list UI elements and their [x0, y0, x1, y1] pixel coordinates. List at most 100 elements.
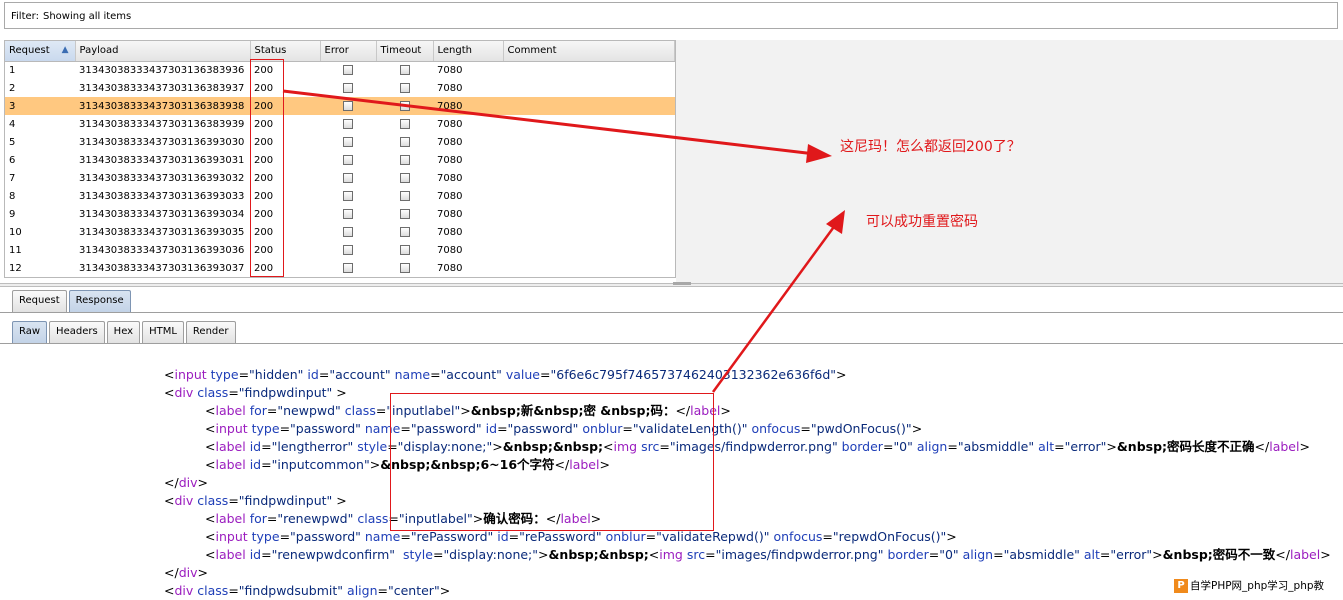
table-row[interactable]: 12 31343038333437303136393037 200 7080 [5, 259, 675, 277]
cell-length: 7080 [437, 136, 463, 148]
cell-length: 7080 [437, 226, 463, 238]
error-checkbox[interactable] [343, 118, 353, 129]
cell-length: 7080 [437, 154, 463, 166]
cell-length: 7080 [437, 118, 463, 130]
error-checkbox[interactable] [343, 172, 353, 183]
error-checkbox[interactable] [343, 100, 353, 111]
table-row[interactable]: 3 31343038333437303136383938 200 7080 [5, 97, 675, 115]
timeout-checkbox[interactable] [399, 208, 410, 219]
cell-payload: 31343038333437303136393031 [79, 154, 245, 166]
tab-headers[interactable]: Headers [49, 321, 105, 343]
php-logo-icon: P [1174, 579, 1188, 593]
cell-timeout [376, 169, 433, 187]
cell-request: 9 [9, 208, 16, 220]
timeout-checkbox[interactable] [399, 64, 410, 75]
table-row[interactable]: 11 31343038333437303136393036 200 7080 [5, 241, 675, 259]
table-row[interactable]: 5 31343038333437303136393030 200 7080 [5, 133, 675, 151]
column-header-request[interactable]: Request ▲ [5, 41, 76, 62]
timeout-checkbox[interactable] [399, 136, 410, 147]
cell-request: 6 [9, 154, 16, 166]
cell-timeout [376, 151, 433, 169]
error-checkbox[interactable] [343, 136, 353, 147]
cell-length: 7080 [433, 97, 503, 115]
cell-comment [503, 259, 675, 277]
cell-comment [503, 133, 675, 151]
cell-comment [503, 169, 675, 187]
cell-comment [503, 79, 675, 97]
tab-render[interactable]: Render [185, 321, 236, 343]
error-checkbox[interactable] [343, 154, 353, 165]
cell-payload: 31343038333437303136383937 [79, 82, 245, 94]
split-divider[interactable] [0, 283, 1343, 287]
filter-bar[interactable]: Filter: Showing all items [4, 2, 1338, 29]
cell-payload: 31343038333437303136393036 [79, 244, 245, 256]
column-header-label: Status [254, 45, 287, 57]
inner-tabs: Raw Headers Hex HTML Render [12, 321, 236, 343]
cell-timeout [376, 223, 433, 241]
table-row[interactable]: 2 31343038333437303136383937 200 7080 [5, 79, 675, 97]
code-highlight-box [390, 393, 714, 531]
column-header-length[interactable]: Length [433, 41, 504, 62]
table-header-row: Request ▲ Payload Status Error Timeout Length C… [5, 41, 675, 62]
table-row[interactable]: 4 31343038333437303136383939 200 7080 [5, 115, 675, 133]
timeout-checkbox[interactable] [399, 172, 410, 183]
error-checkbox[interactable] [343, 226, 353, 237]
error-checkbox[interactable] [343, 64, 353, 75]
error-checkbox[interactable] [343, 244, 353, 255]
cell-comment [503, 115, 675, 133]
timeout-checkbox[interactable] [399, 244, 410, 255]
timeout-checkbox[interactable] [399, 190, 410, 201]
table-row[interactable]: 10 31343038333437303136393035 200 7080 [5, 223, 675, 241]
column-header-comment[interactable]: Comment [503, 41, 675, 62]
cell-request: 1 [9, 64, 16, 76]
tab-html[interactable]: HTML [142, 321, 184, 343]
table-row[interactable]: 1 31343038333437303136383936 200 7080 [5, 61, 675, 79]
tab-request[interactable]: Request [12, 290, 67, 312]
code-line: <div class="findpwdinput" > [164, 385, 347, 400]
cell-timeout [376, 79, 433, 97]
sort-ascending-icon: ▲ [61, 45, 69, 56]
cell-timeout [376, 115, 433, 133]
cell-length: 7080 [437, 262, 463, 274]
table-row[interactable]: 7 31343038333437303136393032 200 7080 [5, 169, 675, 187]
tab-hex[interactable]: Hex [106, 321, 141, 343]
timeout-checkbox[interactable] [399, 82, 410, 93]
cell-timeout [376, 259, 433, 277]
filter-label: Filter: [11, 11, 39, 22]
column-header-timeout[interactable]: Timeout [376, 41, 434, 62]
error-checkbox[interactable] [343, 262, 353, 273]
table-row[interactable]: 9 31343038333437303136393034 200 7080 [5, 205, 675, 223]
filter-text: Showing all items [42, 11, 132, 22]
cell-length: 7080 [437, 190, 463, 202]
table-row[interactable]: 8 31343038333437303136393033 200 7080 [5, 187, 675, 205]
cell-comment [503, 241, 675, 259]
code-line: <div class="findpwdinput" > [164, 493, 347, 508]
tab-raw[interactable]: Raw [12, 321, 48, 343]
cell-comment [503, 61, 675, 79]
column-header-payload[interactable]: Payload [75, 41, 251, 62]
column-header-label: Comment [507, 45, 557, 57]
timeout-checkbox[interactable] [399, 118, 410, 129]
error-checkbox[interactable] [343, 190, 353, 201]
cell-error [320, 151, 376, 169]
split-handle[interactable] [673, 282, 691, 285]
timeout-checkbox[interactable] [399, 226, 410, 237]
cell-timeout [376, 187, 433, 205]
column-header-status[interactable]: Status [250, 41, 321, 62]
timeout-checkbox[interactable] [399, 262, 410, 273]
cell-error [320, 259, 376, 277]
cell-request: 7 [9, 172, 16, 184]
results-table[interactable]: Request ▲ Payload Status Error Timeout Length C… [4, 40, 676, 278]
cell-payload: 31343038333437303136393035 [79, 226, 245, 238]
column-header-label: Length [437, 45, 473, 57]
error-checkbox[interactable] [343, 208, 353, 219]
cell-length: 7080 [437, 82, 463, 94]
error-checkbox[interactable] [343, 82, 353, 93]
column-header-error[interactable]: Error [320, 41, 377, 62]
timeout-checkbox[interactable] [399, 100, 410, 111]
table-row[interactable]: 6 31343038333437303136393031 200 7080 [5, 151, 675, 169]
tab-response[interactable]: Response [68, 290, 131, 312]
cell-payload: 31343038333437303136383939 [79, 118, 245, 130]
timeout-checkbox[interactable] [399, 154, 410, 165]
cell-request: 2 [9, 82, 16, 94]
